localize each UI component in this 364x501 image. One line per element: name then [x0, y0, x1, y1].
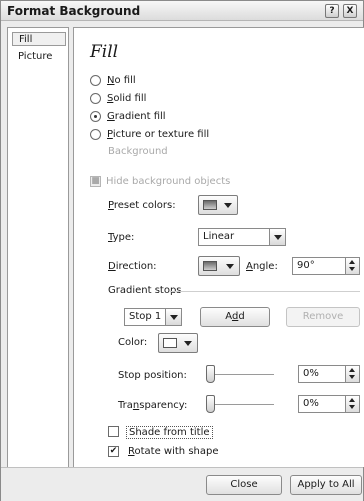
type-select[interactable]: Linear — [198, 228, 286, 246]
stop-position-track[interactable] — [210, 374, 274, 375]
close-button[interactable]: Close — [206, 475, 282, 495]
direction-label: Direction: — [108, 261, 157, 272]
hide-background-checkbox[interactable]: ■ — [90, 176, 101, 187]
preset-colors-label: Preset colors: — [108, 200, 176, 211]
radio-no-fill[interactable]: No fill — [90, 73, 136, 87]
radio-button[interactable] — [90, 74, 101, 86]
category-list: Fill Picture — [7, 27, 69, 493]
type-label: Type: — [108, 232, 135, 243]
transparency-label: Transparency: — [118, 400, 188, 411]
radio-button-selected[interactable] — [90, 110, 101, 122]
radio-button[interactable] — [90, 92, 101, 104]
apply-to-all-button[interactable]: Apply to All — [290, 475, 362, 495]
preset-colors-button[interactable] — [198, 195, 238, 215]
stop-position-label: Stop position: — [118, 370, 187, 381]
radio-label: Solid fill — [107, 92, 147, 104]
format-background-dialog: Format Background ? X Fill Picture Fill … — [0, 0, 364, 501]
radio-button[interactable] — [90, 128, 101, 140]
fill-panel: Fill No fill Solid fill Gradient fill Pi… — [73, 27, 364, 467]
rotate-with-shape-checkbox[interactable]: ✔ — [108, 446, 119, 457]
transparency-track[interactable] — [210, 404, 274, 405]
angle-value: 90° — [297, 260, 315, 271]
gradient-swatch-icon — [203, 200, 217, 210]
dialog-title: Format Background — [7, 4, 141, 18]
chevron-down-icon[interactable] — [269, 229, 285, 245]
chevron-down-icon — [226, 264, 234, 269]
spinner-arrows-icon[interactable] — [345, 396, 359, 412]
stop-position-spinner[interactable]: 0% — [298, 365, 360, 383]
spinner-arrows-icon[interactable] — [345, 258, 359, 274]
chevron-down-icon[interactable] — [165, 309, 181, 325]
transparency-value: 0% — [303, 398, 319, 409]
shade-from-title-label: Shade from title — [126, 426, 213, 439]
dialog-footer: Close Apply to All — [1, 467, 363, 501]
paint-bucket-icon — [163, 338, 177, 348]
stop-select[interactable]: Stop 1 — [124, 308, 182, 326]
remove-stop-button[interactable]: Remove — [286, 307, 360, 327]
color-label: Color: — [118, 337, 148, 348]
stop-color-button[interactable] — [158, 333, 198, 353]
panel-heading: Fill — [90, 42, 119, 62]
radio-label: No fill — [107, 74, 136, 86]
stop-position-value: 0% — [303, 368, 319, 379]
radio-solid-fill[interactable]: Solid fill — [90, 91, 146, 105]
transparency-spinner[interactable]: 0% — [298, 395, 360, 413]
gradient-direction-icon — [203, 261, 217, 271]
direction-button[interactable] — [198, 256, 240, 276]
hide-background-label: Hide background objects — [106, 176, 231, 187]
chevron-down-icon — [224, 203, 232, 208]
shade-from-title-checkbox[interactable] — [108, 426, 119, 437]
stop-position-slider-thumb[interactable] — [206, 365, 215, 383]
help-button[interactable]: ? — [325, 4, 339, 18]
radio-gradient-fill[interactable]: Gradient fill — [90, 109, 166, 123]
close-x-button[interactable]: X — [343, 4, 357, 18]
title-bar: Format Background ? X — [1, 1, 363, 21]
transparency-slider-thumb[interactable] — [206, 395, 215, 413]
add-stop-button[interactable]: Add — [200, 307, 270, 327]
chevron-down-icon — [184, 341, 192, 346]
type-value: Linear — [203, 231, 235, 242]
nav-item-fill[interactable]: Fill — [12, 32, 66, 46]
spinner-arrows-icon[interactable] — [345, 366, 359, 382]
stop-value: Stop 1 — [129, 311, 162, 322]
radio-label: Picture or texture fill — [107, 128, 210, 140]
rotate-with-shape-label: Rotate with shape — [128, 446, 219, 457]
angle-spinner[interactable]: 90° — [292, 257, 360, 275]
nav-item-picture[interactable]: Picture — [12, 50, 66, 64]
radio-picture-texture-fill[interactable]: Picture or texture fill — [90, 127, 209, 141]
group-divider — [170, 291, 360, 292]
angle-label: Angle: — [246, 261, 278, 272]
background-label: Background — [108, 146, 168, 157]
radio-label: Gradient fill — [107, 110, 166, 122]
